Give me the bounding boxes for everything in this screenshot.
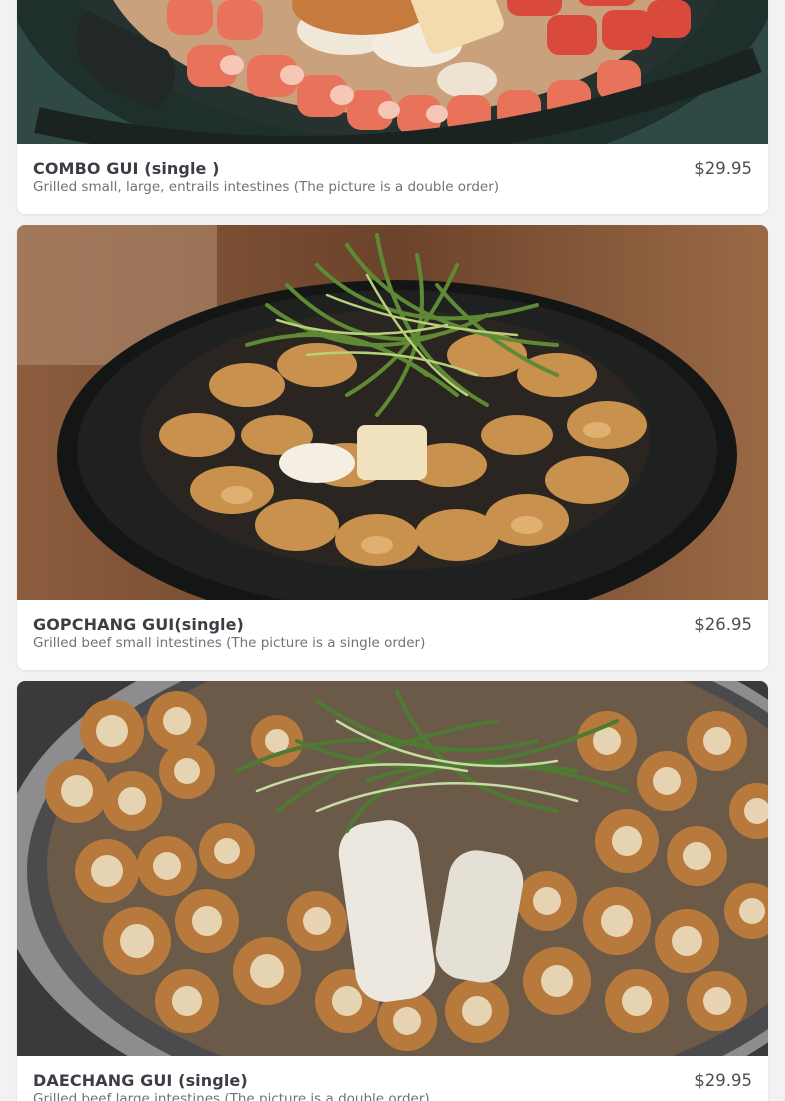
- menu-item-card-gopchang-gui[interactable]: GOPCHANG GUI(single) Grilled beef small …: [17, 225, 768, 670]
- food-photo-daechang-gui-image: [17, 681, 768, 1056]
- menu-item-info: DAECHANG GUI (single) Grilled beef large…: [17, 1056, 768, 1101]
- menu-item-description: Grilled beef small intestines (The pictu…: [33, 635, 426, 651]
- menu-item-info: COMBO GUI (single ) Grilled small, large…: [17, 144, 768, 195]
- food-photo-combo-gui[interactable]: [17, 0, 768, 144]
- food-photo-gopchang-gui[interactable]: [17, 225, 768, 600]
- menu-item-price: $29.95: [694, 159, 752, 178]
- menu-item-name: DAECHANG GUI (single): [33, 1071, 248, 1090]
- food-photo-combo-gui-image: [17, 0, 768, 144]
- menu-item-name: COMBO GUI (single ): [33, 159, 220, 178]
- menu-item-info: GOPCHANG GUI(single) Grilled beef small …: [17, 600, 768, 651]
- menu-item-description: Grilled beef large intestines (The pictu…: [33, 1091, 430, 1101]
- menu-item-price: $26.95: [694, 615, 752, 634]
- menu-item-description: Grilled small, large, entrails intestine…: [33, 179, 500, 195]
- menu-item-card-daechang-gui[interactable]: DAECHANG GUI (single) Grilled beef large…: [17, 681, 768, 1101]
- menu-item-price: $29.95: [694, 1071, 752, 1090]
- menu-item-list: COMBO GUI (single ) Grilled small, large…: [0, 0, 785, 1101]
- menu-item-card-combo-gui[interactable]: COMBO GUI (single ) Grilled small, large…: [17, 0, 768, 214]
- food-photo-daechang-gui[interactable]: [17, 681, 768, 1056]
- food-photo-gopchang-gui-image: [17, 225, 768, 600]
- menu-item-name: GOPCHANG GUI(single): [33, 615, 244, 634]
